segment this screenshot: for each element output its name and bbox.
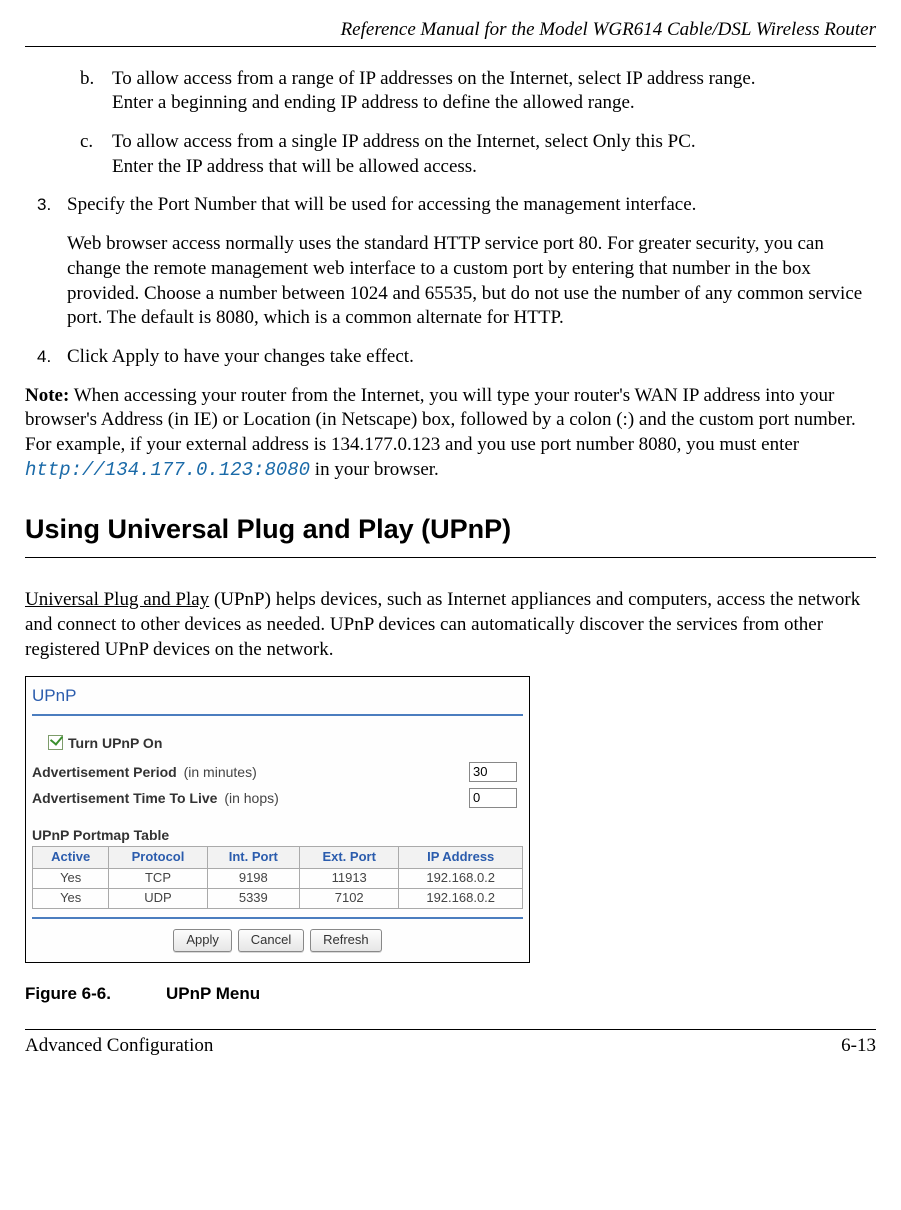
refresh-button[interactable]: Refresh	[310, 929, 382, 952]
figure-number: Figure 6-6.	[25, 984, 111, 1003]
cell-intport: 9198	[207, 868, 299, 888]
panel-divider	[32, 917, 523, 919]
footer-section: Advanced Configuration	[25, 1034, 213, 1059]
item-3-continuation: Web browser access normally uses the sta…	[67, 232, 876, 331]
adv-period-input[interactable]	[469, 762, 517, 782]
note-url: http://134.177.0.123:8080	[25, 459, 310, 481]
item-text: Click Apply to have your changes take ef…	[67, 346, 414, 367]
figure-title: UPnP Menu	[166, 984, 260, 1003]
item-text: Specify the Port Number that will be use…	[67, 194, 696, 215]
list-item-4: 4. Click Apply to have your changes take…	[37, 345, 876, 370]
adv-ttl-label-rest: (in hops)	[220, 790, 278, 806]
cell-extport: 11913	[300, 868, 399, 888]
adv-ttl-label-bold: Advertisement Time To Live	[32, 790, 217, 806]
item-number: 4.	[37, 346, 51, 368]
page-body: b. To allow access from a range of IP ad…	[25, 47, 876, 1005]
page-footer: Advanced Configuration 6-13	[25, 1029, 876, 1059]
item-text-line1: To allow access from a single IP address…	[112, 131, 696, 152]
col-protocol: Protocol	[109, 846, 207, 868]
turn-upnp-on-row: Turn UPnP On	[48, 734, 523, 752]
cell-protocol: TCP	[109, 868, 207, 888]
col-intport: Int. Port	[207, 846, 299, 868]
cell-active: Yes	[33, 888, 109, 908]
cell-protocol: UDP	[109, 888, 207, 908]
adv-ttl-input[interactable]	[469, 788, 517, 808]
turn-upnp-on-label: Turn UPnP On	[68, 734, 162, 752]
adv-period-label-rest: (in minutes)	[180, 764, 257, 780]
upnp-panel-title: UPnP	[32, 685, 523, 707]
panel-divider	[32, 714, 523, 716]
doc-header: Reference Manual for the Model WGR614 Ca…	[25, 0, 876, 47]
col-extport: Ext. Port	[300, 846, 399, 868]
list-item-3: 3. Specify the Port Number that will be …	[37, 193, 876, 218]
upnp-intro-paragraph: Universal Plug and Play (UPnP) helps dev…	[25, 588, 876, 662]
table-header-row: Active Protocol Int. Port Ext. Port IP A…	[33, 846, 523, 868]
note-paragraph: Note: When accessing your router from th…	[25, 384, 876, 483]
section-heading-upnp: Using Universal Plug and Play (UPnP)	[25, 512, 876, 547]
item-text-line1: To allow access from a range of IP addre…	[112, 68, 756, 89]
note-post-text: in your browser.	[310, 459, 439, 480]
cell-active: Yes	[33, 868, 109, 888]
apply-button[interactable]: Apply	[173, 929, 232, 952]
upnp-link[interactable]: Universal Plug and Play	[25, 589, 209, 610]
advertisement-ttl-row: Advertisement Time To Live (in hops)	[32, 788, 523, 808]
item-text-line2: Enter a beginning and ending IP address …	[112, 92, 635, 113]
item-marker: c.	[80, 130, 93, 155]
cancel-button[interactable]: Cancel	[238, 929, 304, 952]
portmap-table-label: UPnP Portmap Table	[32, 826, 523, 844]
upnp-menu-screenshot: UPnP Turn UPnP On Advertisement Period (…	[25, 676, 530, 962]
table-row: Yes UDP 5339 7102 192.168.0.2	[33, 888, 523, 908]
adv-period-label-bold: Advertisement Period	[32, 764, 177, 780]
footer-page-number: 6-13	[841, 1034, 876, 1059]
note-pre-text: When accessing your router from the Inte…	[25, 385, 856, 455]
cell-intport: 5339	[207, 888, 299, 908]
note-label: Note:	[25, 385, 69, 406]
list-item-c: c. To allow access from a single IP addr…	[80, 130, 876, 179]
button-row: Apply Cancel Refresh	[32, 929, 523, 952]
list-item-b: b. To allow access from a range of IP ad…	[80, 67, 876, 116]
cell-ip: 192.168.0.2	[399, 868, 523, 888]
item-marker: b.	[80, 67, 94, 92]
turn-upnp-on-checkbox[interactable]	[48, 735, 63, 750]
cell-extport: 7102	[300, 888, 399, 908]
section-rule	[25, 557, 876, 558]
figure-caption: Figure 6-6. UPnP Menu	[25, 983, 876, 1005]
item-text-line2: Enter the IP address that will be allowe…	[112, 156, 477, 177]
cell-ip: 192.168.0.2	[399, 888, 523, 908]
advertisement-period-row: Advertisement Period (in minutes)	[32, 762, 523, 782]
portmap-table: Active Protocol Int. Port Ext. Port IP A…	[32, 846, 523, 909]
table-row: Yes TCP 9198 11913 192.168.0.2	[33, 868, 523, 888]
item-number: 3.	[37, 194, 51, 216]
col-ip: IP Address	[399, 846, 523, 868]
col-active: Active	[33, 846, 109, 868]
